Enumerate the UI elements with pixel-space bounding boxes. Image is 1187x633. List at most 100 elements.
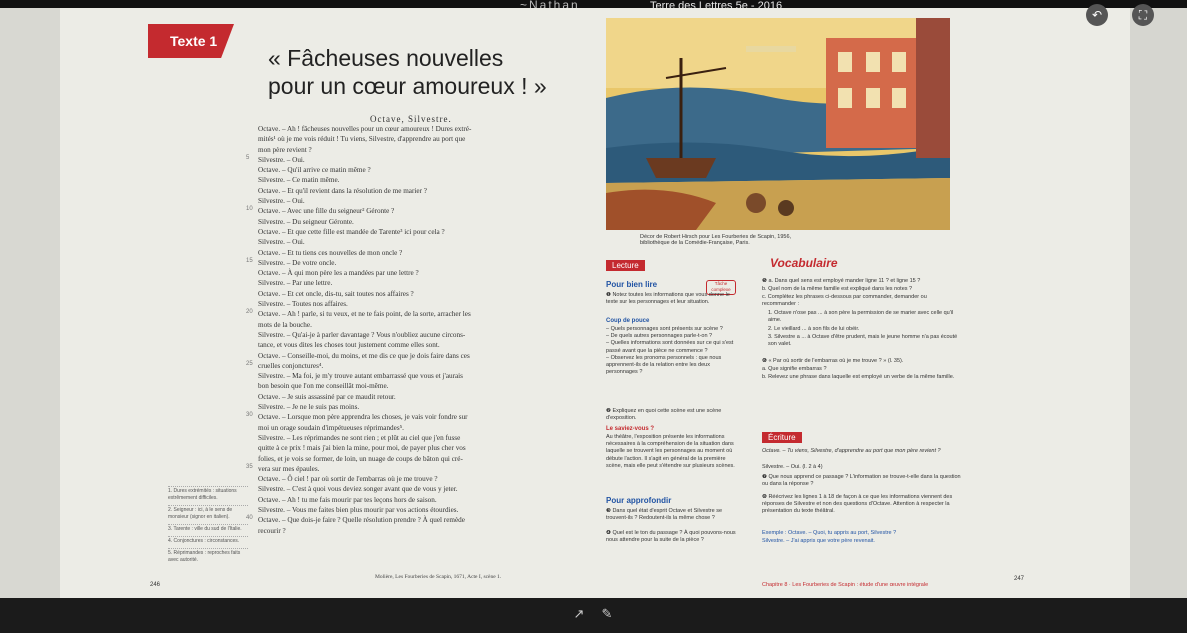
question-6b: b. Relevez une phrase dans laquelle est …: [762, 374, 955, 380]
dialogue-line: Silvestre. – Ma foi, je m'y trouve autan…: [258, 372, 463, 381]
speakers-line: Octave, Silvestre.: [370, 114, 452, 124]
chapter-footer: Chapitre 8 · Les Fourberies de Scapin : …: [762, 582, 929, 588]
line-number: 10: [246, 206, 253, 213]
dialogue-line: Octave. – Ô ciel ! par où sortir de l'em…: [258, 475, 438, 484]
dialogue-line: vera sur mes épaules.: [258, 464, 320, 473]
footnote: 2. Seigneur : ici, à le sens de monsieur…: [168, 505, 248, 521]
pour-bien-lire-heading: Pour bien lire: [606, 280, 658, 289]
line-number: 25: [246, 360, 253, 367]
coup-de-pouce-item: – De quels autres personnages parle-t-on…: [606, 333, 713, 340]
dialogue-line: Silvestre. – C'est à quoi vous deviez so…: [258, 485, 458, 494]
dialogue-line: Octave. – Ah ! parle, si tu veux, et ne …: [258, 310, 471, 319]
question-6: ❻ « Par où sortir de l'embarras où je me…: [762, 358, 904, 364]
footnote: 5. Réprimandes : reproches faits avec au…: [168, 548, 248, 564]
question-5c-2: 2. Le vieillard ... à son fils de lui ob…: [768, 326, 860, 332]
dialogue-line: Silvestre. – Vous me faites bien plus mo…: [258, 505, 459, 514]
question-6a: a. Que signifie embarras ?: [762, 366, 827, 372]
left-margin: [0, 8, 60, 598]
dialogue-line: Silvestre. – Oui.: [258, 238, 305, 247]
lecture-badge: Lecture: [606, 260, 645, 271]
question-4: ❹ Quel est le ton du passage ? À quoi po…: [606, 530, 736, 544]
line-number: 5: [246, 154, 250, 161]
dialogue-line: Octave. – Je suis assassiné par ce maudi…: [258, 392, 396, 401]
right-margin: [1130, 8, 1187, 598]
footnote: 4. Conjonctures : circonstances.: [168, 536, 248, 545]
undo-button[interactable]: ↶: [1086, 4, 1108, 26]
dialogue-line: Octave. – Lorsque mon père apprendra les…: [258, 413, 468, 422]
text-tab: Texte 1: [148, 24, 234, 58]
dialogue-line: Octave. – Ah ! tu me fais mourir par tes…: [258, 495, 437, 504]
le-saviez-vous-text: Au théâtre, l'exposition présente les in…: [606, 434, 735, 469]
question-5c-1: 1. Octave n'ose pas ... à son père la pe…: [768, 310, 954, 324]
dialogue-line: Octave. – Conseille-moi, du moins, et me…: [258, 351, 470, 360]
dialogue-line: Silvestre. – Oui.: [258, 155, 305, 164]
dialogue-line: cruelles conjonctures⁴.: [258, 361, 324, 370]
line-number: 30: [246, 412, 253, 419]
line-number: 15: [246, 257, 253, 264]
dialogue-line: Silvestre. – Par une lettre.: [258, 279, 333, 288]
book-spread: Texte 1 « Fâcheuses nouvelles pour un cœ…: [0, 8, 1187, 598]
fullscreen-icon: ⛶: [1138, 8, 1148, 22]
footnote: 1. Dures extrémités : situations extrême…: [168, 486, 248, 502]
page-number-left: 246: [150, 582, 161, 588]
ecriture-badge: Écriture: [762, 432, 802, 443]
ecriture-quote: Octave. – Tu viens, Silvestre, d'apprend…: [762, 448, 941, 454]
footnote: 3. Tarente : ville du sud de l'Italie.: [168, 524, 248, 533]
pour-approfondir-heading: Pour approfondir: [606, 496, 672, 505]
arrow-icon: ↗: [573, 607, 585, 622]
dialogue-line: folies, et je vois se former, de loin, u…: [258, 454, 463, 463]
dialogue-line: Octave. – Que dois-je faire ? Quelle rés…: [258, 516, 465, 525]
question-5c-3: 3. Silvestre a ... à Octave d'être prude…: [768, 334, 958, 348]
coup-de-pouce-heading: Coup de pouce: [606, 318, 650, 324]
arrow-tool-button[interactable]: ↗: [570, 606, 588, 624]
dialogue-line: Silvestre. – Je ne le suis pas moins.: [258, 403, 360, 412]
undo-icon: ↶: [1091, 8, 1103, 22]
dialogue-text: Octave. – Ah ! fâcheuses nouvelles pour …: [258, 124, 558, 536]
dialogue-line: moi un orage soudain d'impétueuses répri…: [258, 423, 404, 432]
dialogue-line: Octave. – Ah ! fâcheuses nouvelles pour …: [258, 125, 472, 133]
dialogue-line: bon besoin que l'on me conseillât moi-mê…: [258, 382, 389, 391]
footnotes: 1. Dures extrémités : situations extrême…: [168, 486, 248, 567]
dialogue-line: Octave. – À qui mon père les a mandées p…: [258, 269, 419, 278]
ecriture-reference: Silvestre. – Oui. (l. 2 à 4): [762, 464, 823, 470]
coup-de-pouce-item: – Quels personnages sont présents sur sc…: [606, 326, 723, 332]
dialogue-line: Octave. – Et que cette fille est mandée …: [258, 227, 445, 236]
coup-de-pouce-list: – Quels personnages sont présents sur sc…: [606, 326, 736, 376]
dialogue-line: Silvestre. – Les réprimandes ne sont rie…: [258, 433, 461, 442]
bottom-toolbar: ↗ ✎: [0, 598, 1187, 633]
page-number-right: 247: [1014, 576, 1025, 582]
title-line-1: « Fâcheuses nouvelles: [268, 45, 504, 71]
dialogue-line: Octave. – Et qu'il revient dans la résol…: [258, 186, 427, 195]
pen-tool-button[interactable]: ✎: [598, 606, 616, 624]
dialogue-line: Silvestre. – Toutes nos affaires.: [258, 300, 348, 309]
dialogue-line: recourir ?: [258, 526, 286, 535]
ecriture-example: Exemple : Octave. – Quoi, tu appris au p…: [762, 530, 897, 536]
dialogue-line: tance, et vous dites les choses tout jus…: [258, 341, 440, 350]
dialogue-line: mots de la bouche.: [258, 320, 312, 329]
ecriture-example-2: Silvestre. – J'ai appris que votre père …: [762, 538, 875, 544]
question-2: ❷ Expliquez en quoi cette scène est une …: [606, 408, 722, 422]
coup-de-pouce-item: – Observez les pronoms personnels : que …: [606, 354, 722, 376]
dialogue-line: Silvestre. – Qu'ai-je à parler davantage…: [258, 330, 466, 339]
scenery-painting: [606, 18, 950, 230]
line-number: 35: [246, 463, 253, 470]
title-line-2: pour un cœur amoureux ! »: [268, 73, 547, 99]
vocabulaire-heading: Vocabulaire: [770, 256, 838, 270]
le-saviez-vous-heading: Le saviez-vous ?: [606, 426, 655, 432]
painting-caption: Décor de Robert Hirsch pour Les Fourberi…: [640, 234, 791, 246]
dialogue-line: Octave. – Et cet oncle, dis-tu, sait tou…: [258, 289, 414, 298]
dialogue-line: Silvestre. – De votre oncle.: [258, 258, 337, 267]
question-8: ❽ Réécrivez les lignes 1 à 18 de façon à…: [762, 494, 953, 515]
pen-icon: ✎: [601, 607, 613, 622]
question-1: ❶ Notez toutes les informations que vous…: [606, 292, 730, 306]
caption-line-2: bibliothèque de la Comédie-Française, Pa…: [640, 240, 750, 246]
dialogue-line: mités¹ où je me vois réduit ! Tu viens, …: [258, 135, 466, 144]
dialogue-line: Octave. – Et tu tiens ces nouvelles de m…: [258, 248, 403, 257]
question-3: ❸ Dans quel état d'esprit Octave et Silv…: [606, 508, 723, 522]
fullscreen-button[interactable]: ⛶: [1132, 4, 1154, 26]
page-title: « Fâcheuses nouvelles pour un cœur amour…: [268, 44, 547, 100]
question-5: ❺ a. Dans quel sens est employé mander l…: [762, 278, 921, 284]
dialogue-line: Octave. – Avec une fille du seigneur² Gé…: [258, 207, 395, 216]
coup-de-pouce-item: – Quelles informations sont données sur …: [606, 340, 734, 354]
question-5b: b. Quel nom de la même famille est expli…: [762, 286, 913, 292]
